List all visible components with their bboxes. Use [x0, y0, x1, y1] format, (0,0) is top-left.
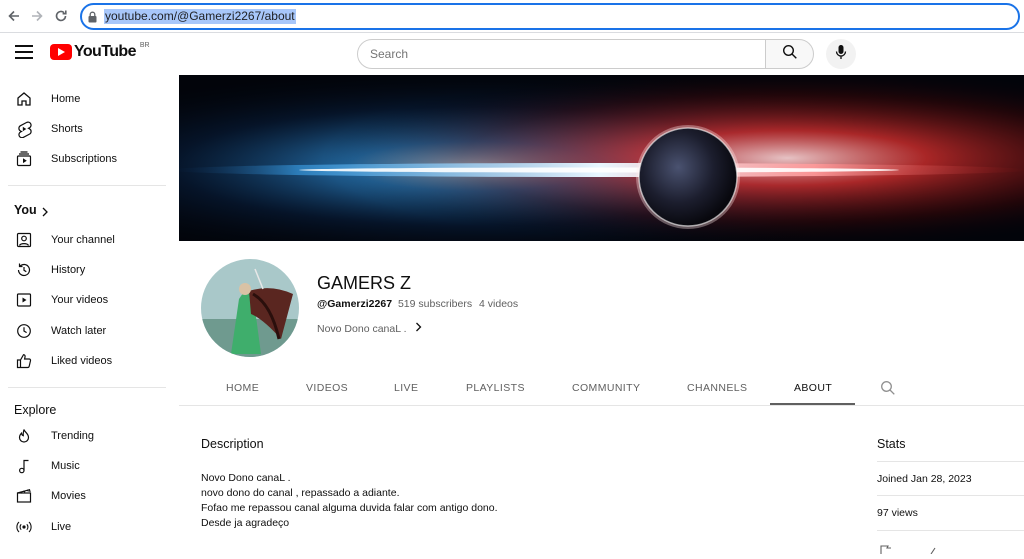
tab-live[interactable]: LIVE [394, 382, 418, 394]
sidebar-item-liked-videos[interactable]: Liked videos [0, 346, 168, 376]
tab-channels[interactable]: CHANNELS [687, 382, 747, 394]
sidebar-explore-heading: Explore [14, 403, 57, 417]
sidebar-item-your-channel[interactable]: Your channel [0, 225, 168, 255]
sidebar-item-shorts[interactable]: Shorts [0, 114, 168, 144]
voice-search-button[interactable] [826, 39, 856, 69]
sidebar-you-heading[interactable]: You [0, 195, 168, 225]
search-button[interactable] [765, 39, 814, 69]
tab-playlists[interactable]: PLAYLISTS [466, 382, 525, 394]
your-videos-icon [15, 291, 33, 309]
your-channel-icon [15, 231, 33, 249]
flag-icon[interactable] [880, 541, 892, 559]
description-line: Novo Dono canaL . [201, 472, 291, 484]
sidebar-item-history[interactable]: History [0, 255, 168, 285]
channel-banner [179, 75, 1024, 241]
channel-tabs: HOME VIDEOS LIVE PLAYLISTS COMMUNITY CHA… [179, 372, 1024, 406]
sidebar-item-movies[interactable]: Movies [0, 481, 168, 511]
search-icon [782, 44, 798, 65]
tab-about[interactable]: ABOUT [794, 382, 832, 394]
sidebar-item-home[interactable]: Home [0, 84, 168, 114]
sidebar-item-live[interactable]: Live [0, 512, 168, 542]
watch-later-icon [15, 322, 33, 340]
search-bar [357, 39, 814, 69]
logo-area: YouTube BR [0, 33, 178, 75]
youtube-play-icon [50, 44, 72, 60]
view-count: 97 views [877, 507, 918, 519]
home-icon [15, 90, 33, 108]
channel-meta: @Gamerzi2267 519 subscribers 4 videos [317, 298, 518, 310]
description-line: Desde ja agradeço [201, 517, 290, 529]
sidebar-item-music[interactable]: Music [0, 451, 168, 481]
reload-icon[interactable] [51, 6, 71, 26]
sidebar-divider [8, 387, 166, 388]
lock-icon [88, 10, 97, 28]
chevron-right-icon [415, 322, 422, 335]
sidebar: YouTube BR Home Shorts Subscriptions You… [0, 33, 178, 550]
channel-search-icon[interactable] [880, 380, 896, 401]
forward-arrow-icon[interactable] [27, 6, 47, 26]
search-input[interactable] [357, 39, 766, 69]
share-icon[interactable] [928, 541, 938, 559]
tab-community[interactable]: COMMUNITY [572, 382, 640, 394]
address-bar[interactable]: youtube.com/@Gamerzi2267/about [80, 3, 1020, 30]
microphone-icon [835, 44, 847, 65]
subscriber-count: 519 subscribers [397, 298, 473, 310]
trending-icon [15, 427, 33, 445]
channel-handle: @Gamerzi2267 [317, 298, 393, 310]
channel-description-link[interactable]: Novo Dono canaL . [317, 322, 422, 335]
description-line: Fofao me repassou canal alguma duvida fa… [201, 502, 498, 514]
sidebar-item-your-videos[interactable]: Your videos [0, 285, 168, 315]
tab-videos[interactable]: VIDEOS [306, 382, 348, 394]
chevron-right-icon [41, 204, 49, 222]
url-text: youtube.com/@Gamerzi2267/about [104, 9, 296, 24]
stats-heading: Stats [877, 437, 906, 451]
back-arrow-icon[interactable] [4, 6, 24, 26]
subscriptions-icon [15, 150, 33, 168]
history-icon [15, 261, 33, 279]
active-tab-indicator [770, 403, 855, 405]
liked-videos-icon [15, 352, 33, 370]
movies-icon [15, 487, 33, 505]
description-heading: Description [201, 437, 264, 451]
channel-name: GAMERS Z [317, 273, 412, 293]
sidebar-divider [8, 185, 166, 186]
browser-toolbar: youtube.com/@Gamerzi2267/about [0, 0, 1024, 33]
stats-divider [877, 461, 1024, 462]
stats-divider [877, 530, 1024, 531]
joined-date: Joined Jan 28, 2023 [877, 473, 972, 485]
youtube-logo[interactable]: YouTube BR [50, 42, 150, 61]
sidebar-item-watch-later[interactable]: Watch later [0, 316, 168, 346]
stats-divider [877, 495, 1024, 496]
channel-avatar [201, 259, 299, 357]
sidebar-item-subscriptions[interactable]: Subscriptions [0, 144, 168, 174]
shorts-icon [15, 120, 33, 139]
music-icon [15, 457, 33, 475]
video-count: 4 videos [479, 298, 519, 310]
menu-icon[interactable] [15, 45, 33, 59]
live-icon [15, 518, 33, 536]
sidebar-item-trending[interactable]: Trending [0, 421, 168, 451]
channel-short-description: Novo Dono canaL . [317, 322, 407, 335]
tab-home[interactable]: HOME [226, 382, 259, 394]
description-line: novo dono do canal , repassado a adiante… [201, 487, 400, 499]
